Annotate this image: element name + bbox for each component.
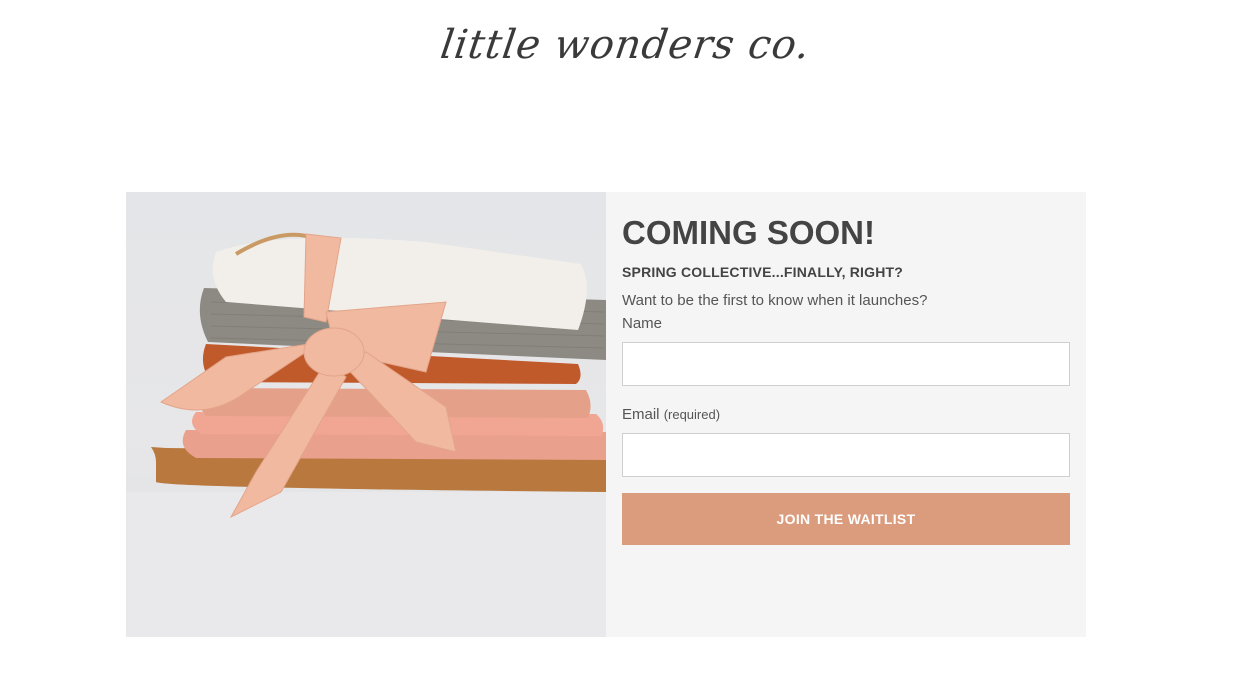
folded-fabrics-with-bow-image: [126, 192, 606, 637]
join-waitlist-button[interactable]: JOIN THE WAITLIST: [622, 493, 1070, 545]
signup-panel: COMING SOON! SPRING COLLECTIVE...FINALLY…: [606, 192, 1086, 637]
name-input[interactable]: [622, 342, 1070, 386]
email-input[interactable]: [622, 433, 1070, 477]
product-photo: [126, 192, 606, 637]
brand-logo[interactable]: little wonders co.: [0, 22, 1251, 68]
email-label: Email (required): [622, 406, 1070, 423]
name-label-text: Name: [622, 315, 663, 332]
collection-subheading: SPRING COLLECTIVE...FINALLY, RIGHT?: [622, 264, 904, 280]
page: little wonders co. COMING SOON! SPRING C…: [0, 0, 1251, 690]
intro-text: Want to be the first to know when it lau…: [622, 292, 928, 309]
name-label: Name: [622, 315, 1070, 332]
email-label-text: Email: [622, 406, 660, 423]
coming-soon-heading: COMING SOON!: [622, 214, 875, 251]
signup-card: COMING SOON! SPRING COLLECTIVE...FINALLY…: [126, 192, 1086, 637]
email-required-note: (required): [663, 407, 721, 422]
